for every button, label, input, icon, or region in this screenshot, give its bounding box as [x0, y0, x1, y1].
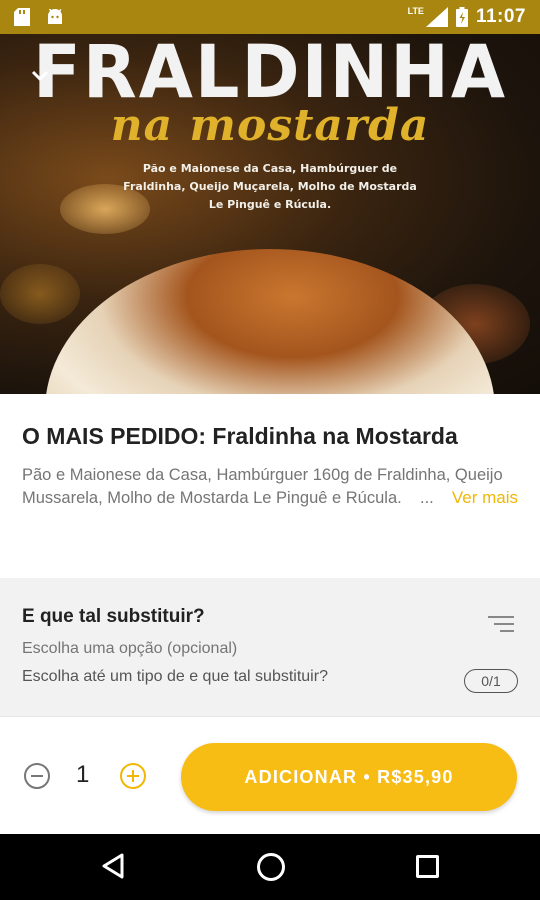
android-icon: [48, 9, 62, 24]
home-circle-icon[interactable]: [257, 853, 285, 881]
option-group-subtitle: Escolha uma opção (opcional): [22, 640, 238, 657]
signal-icon: [425, 7, 448, 27]
hero-description: Pão e Maionese da Casa, Hambúrguer de Fr…: [123, 162, 417, 211]
option-group-title: E que tal substituir?: [22, 606, 205, 627]
product-info: O MAIS PEDIDO: Fraldinha na Mostarda Pão…: [0, 394, 540, 578]
hero-subtitle: na mostarda: [110, 100, 430, 151]
see-more-link[interactable]: Ver mais: [449, 488, 518, 508]
product-description-container: Pão e Maionese da Casa, Hambúrguer 160g …: [22, 464, 518, 510]
system-navigation-bar: [0, 834, 540, 900]
increase-quantity-button[interactable]: [120, 763, 146, 789]
burger-bun-graphic: [45, 249, 495, 394]
minus-icon: [31, 775, 43, 777]
product-description: Pão e Maionese da Casa, Hambúrguer 160g …: [22, 466, 503, 507]
quantity-value: 1: [76, 761, 90, 788]
recents-square-icon[interactable]: [416, 855, 439, 878]
sd-card-icon: [14, 8, 30, 26]
product-image: FRALDINHA na mostarda Pão e Maionese da …: [0, 34, 540, 394]
battery-icon: [455, 7, 468, 27]
collapse-button[interactable]: [26, 62, 54, 90]
chevron-down-icon: [31, 70, 49, 82]
option-group-instruction: Escolha até um tipo de e que tal substit…: [22, 668, 328, 685]
decrease-quantity-button[interactable]: [24, 763, 50, 789]
network-type: LTE: [407, 6, 424, 16]
back-triangle-icon[interactable]: [100, 852, 126, 880]
status-bar: LTE 11:07: [0, 0, 540, 34]
plus-icon-vertical: [132, 770, 134, 782]
product-title: O MAIS PEDIDO: Fraldinha na Mostarda: [22, 423, 458, 449]
cart-bar: 1 ADICIONAR • R$35,90: [0, 716, 540, 834]
sort-lines-icon: [488, 616, 514, 632]
clock: 11:07: [475, 6, 526, 27]
selection-counter-badge: 0/1: [464, 669, 518, 693]
bokeh-light: [0, 264, 80, 324]
option-group[interactable]: E que tal substituir? Escolha uma opção …: [0, 578, 540, 716]
add-to-cart-button[interactable]: ADICIONAR • R$35,90: [181, 743, 517, 811]
description-ellipsis: ...: [418, 487, 440, 510]
